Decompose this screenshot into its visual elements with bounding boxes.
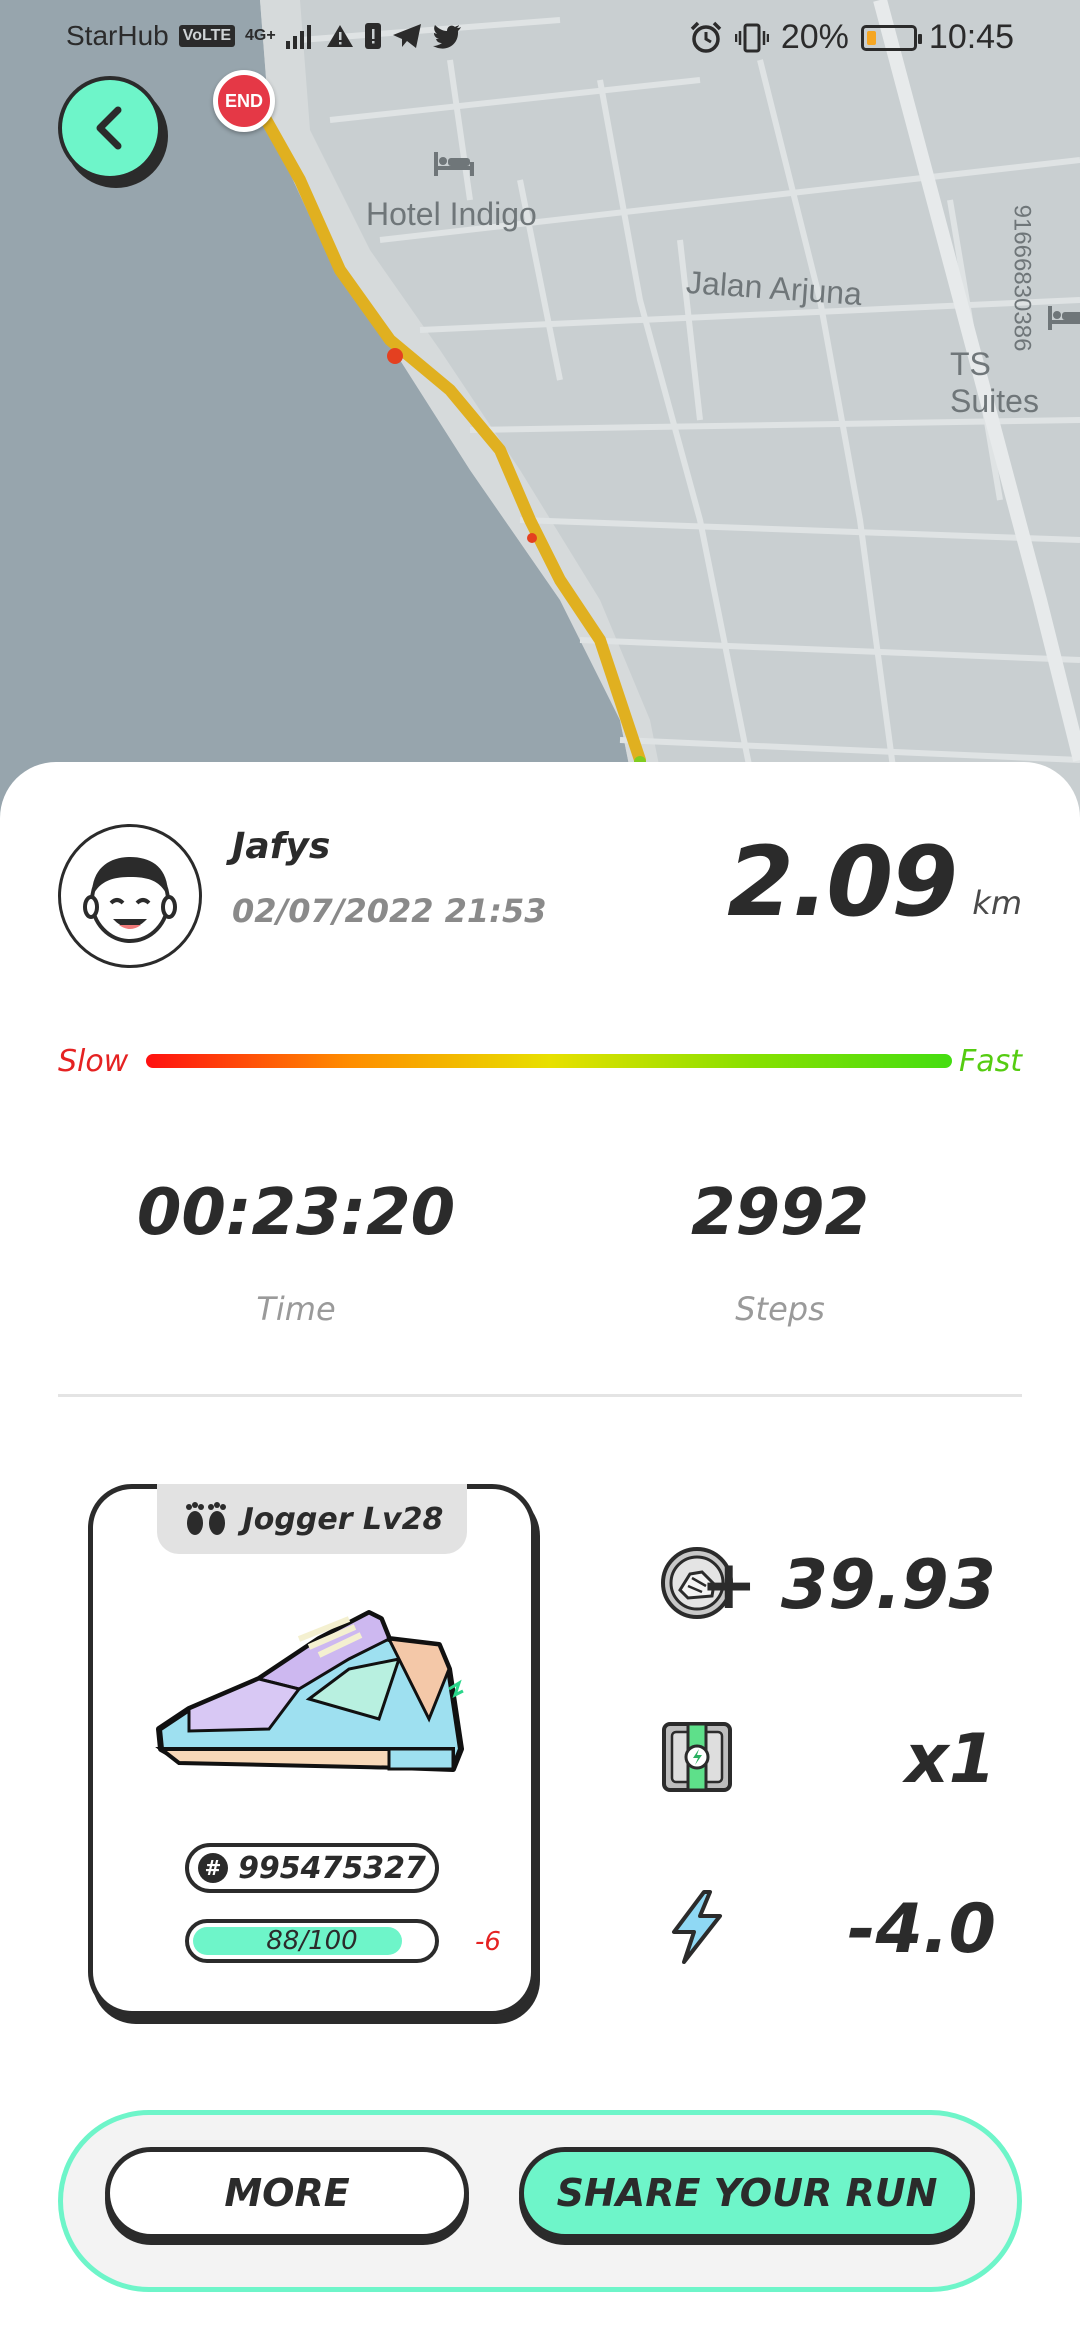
battery-percent: 20% (780, 18, 849, 56)
sneaker-type-tab: Jogger Lv28 (157, 1484, 467, 1554)
twitter-icon (432, 25, 461, 49)
route-map[interactable]: END Hotel Indigo Jalan Arjuna TS Suites … (0, 0, 1080, 820)
time-value: 00:23:20 (136, 1176, 456, 1250)
back-button[interactable] (58, 76, 162, 180)
map-label-hotel-indigo: Hotel Indigo (366, 196, 537, 232)
energy-bolt-icon (672, 1890, 722, 1964)
footprints-icon (185, 1502, 226, 1535)
distance-unit: km (972, 884, 1022, 922)
divider (58, 1394, 1022, 1397)
mystery-box-count: x1 (904, 1720, 996, 1799)
warning-icon (326, 25, 353, 47)
clock: 10:45 (928, 18, 1014, 56)
avatar[interactable] (58, 824, 202, 968)
speed-gradient-bar (146, 1054, 952, 1068)
sim-alert-icon (364, 23, 381, 49)
chevron-left-icon (96, 106, 122, 150)
hotel-icon (434, 152, 474, 176)
mystery-box-icon (662, 1722, 732, 1792)
user-name: Jafys (232, 826, 331, 867)
sneaker-id-badge: # 995475327 (185, 1843, 439, 1893)
run-date: 02/07/2022 21:53 (232, 892, 547, 930)
energy-spent: -4.0 (847, 1890, 996, 1969)
sneaker-type-level: Jogger Lv28 (242, 1501, 444, 1537)
map-label-vertical-number: 91666830386 (1008, 204, 1036, 352)
alarm-icon (690, 21, 722, 53)
user-face-icon (83, 857, 177, 943)
telegram-icon (392, 24, 421, 48)
battery-icon (860, 24, 922, 51)
signal-icon (285, 25, 311, 49)
durability-change: -6 (475, 1927, 501, 1957)
vibrate-icon (734, 23, 769, 52)
speed-legend: Slow Fast (58, 1040, 1022, 1084)
sneaker-card[interactable]: Jogger Lv28 # 995475327 88/100 -6 (88, 1484, 536, 2016)
time-label: Time (256, 1290, 336, 1328)
sneaker-id: 995475327 (238, 1850, 426, 1886)
status-bar: StarHub VoLTE 4G+ 20% 10:45 (0, 0, 1080, 72)
speed-slow-label: Slow (58, 1044, 129, 1079)
steps-label: Steps (735, 1290, 825, 1328)
gst-earned: + 39.93 (700, 1546, 996, 1625)
battery-fill (866, 30, 876, 45)
end-marker: END (213, 70, 275, 132)
volte-badge: VoLTE (178, 25, 236, 47)
share-run-button[interactable]: SHARE YOUR RUN (519, 2147, 975, 2239)
more-button[interactable]: MORE (105, 2147, 469, 2239)
durability-text: 88/100 (266, 1926, 358, 1956)
durability-bar: 88/100 (185, 1919, 439, 1963)
distance-value: 2.09 (727, 826, 958, 938)
hotel-icon (1048, 306, 1080, 330)
action-bar: MORE SHARE YOUR RUN (58, 2110, 1022, 2292)
map-canvas (0, 0, 1080, 820)
speed-fast-label: Fast (958, 1044, 1022, 1079)
hash-icon: # (198, 1853, 229, 1883)
network-type: 4G+ (245, 27, 276, 44)
sneaker-image (155, 1610, 464, 1772)
carrier-name: StarHub (66, 20, 169, 51)
map-label-ts-suites: TS Suites (950, 346, 1039, 419)
steps-value: 2992 (690, 1176, 870, 1250)
